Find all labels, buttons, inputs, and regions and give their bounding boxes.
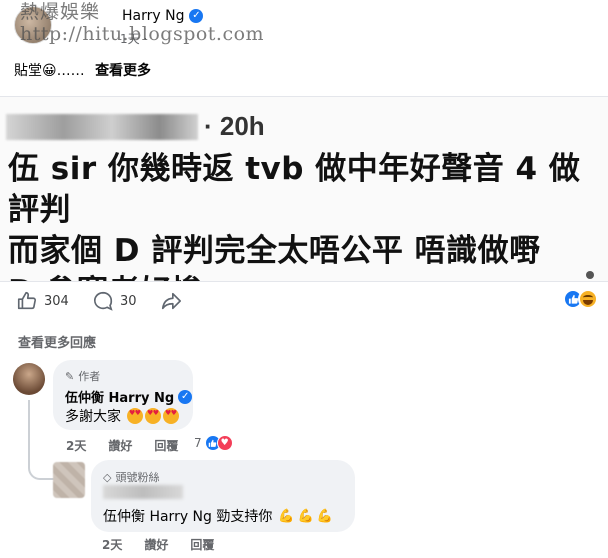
comment-like-button[interactable]: 讚好 [108,437,132,454]
post-meta: 1天 · [60,30,147,47]
reaction-summary[interactable] [563,289,598,309]
embedded-line: 伍 sir 你幾時返 tvb 做中年好聲音 4 做評判 [8,151,581,228]
flexed-biceps-emoji: 💪 [278,508,295,524]
verified-badge-icon: ✓ [189,9,204,23]
heart-eyes-emoji [163,408,179,424]
globe-icon: · [143,32,148,46]
comment-reply-button[interactable]: 回覆 [154,437,178,454]
like-button[interactable]: 304 [16,290,69,312]
like-count: 304 [44,293,69,309]
blurred-username [6,113,198,140]
author-name-row[interactable]: Harry Ng ✓ [60,8,204,24]
commenter-name-row: 伍仲衡 Harry Ng ✓ [65,387,193,406]
post-header: Harry Ng ✓ 1天 · 熱爆娛樂 http://hitu.blogspo… [0,0,608,96]
author-name[interactable]: Harry Ng [122,8,184,24]
comment-bubble: ✎ 作者 伍仲衡 Harry Ng ✓ 多謝大家 [53,360,193,430]
comment-time[interactable]: 2天 [102,536,122,553]
blurred-commenter-name[interactable] [103,485,183,499]
share-arrow-icon [161,292,181,310]
commenter-avatar[interactable] [53,462,85,498]
flexed-biceps-emoji: 💪 [316,508,333,524]
caption-text: 貼堂😀…… [14,63,85,79]
thread-connector [28,400,54,480]
comment-reaction-count: 7 [194,436,202,450]
commenter-name[interactable]: 伍仲衡 Harry Ng [65,387,174,406]
comment-text-row: 伍仲衡 Harry Ng 勁支持你 💪 💪 💪 [103,506,333,526]
post-time[interactable]: 1天 [120,32,140,46]
commenter-avatar[interactable] [13,363,45,395]
diamond-icon: ◇ [103,470,112,484]
embedded-dot [586,271,594,279]
post-actions-bar: 304 30 [0,284,608,318]
comment-button[interactable]: 30 [92,290,137,312]
flexed-biceps-emoji: 💪 [297,508,314,524]
thumbs-up-icon [17,291,37,310]
haha-icon [578,289,598,309]
comment-count: 30 [120,293,137,309]
comment-bubble-icon [94,291,113,311]
post-caption: 貼堂😀…… 查看更多 [14,60,151,80]
top-fan-badge: ◇ 頭號粉絲 [103,469,159,485]
post-image[interactable]: · 20h 伍 sir 你幾時返 tvb 做中年好聲音 4 做評判 而家個 D … [0,96,608,282]
heart-eyes-emoji [145,408,161,424]
comment-bubble: ◇ 頭號粉絲 伍仲衡 Harry Ng 勁支持你 💪 💪 💪 [91,460,355,532]
see-more-link[interactable]: 查看更多 [95,63,151,79]
comment-text: 多謝大家 [65,409,121,425]
share-button[interactable] [160,290,182,312]
verified-badge-icon: ✓ [178,389,193,404]
author-avatar[interactable] [14,6,52,44]
comment-meta: 2天 讚好 回覆 [102,536,214,553]
view-more-comments-link[interactable]: 查看更多回應 [18,332,96,351]
embedded-header: · 20h [6,111,265,142]
embedded-time: · 20h [204,111,265,141]
author-badge-label: 作者 [78,370,101,383]
love-icon: ♥ [216,435,233,451]
comment-text: 伍仲衡 Harry Ng 勁支持你 [103,509,273,525]
comment-text-row: 多謝大家 [65,406,179,426]
comment-like-button[interactable]: 讚好 [144,536,168,553]
comment-meta: 2天 讚好 回覆 [66,437,178,454]
embedded-text: 伍 sir 你幾時返 tvb 做中年好聲音 4 做評判 而家個 D 評判完全太唔… [8,149,598,281]
author-badge: ✎ 作者 [65,368,100,384]
heart-eyes-emoji [127,408,143,424]
comment-time[interactable]: 2天 [66,437,86,454]
comment-reactions[interactable]: 7 ♥ [194,435,233,451]
top-fan-badge-label: 頭號粉絲 [115,471,160,484]
pencil-icon: ✎ [65,369,75,383]
embedded-line: D 參賽者好慘 [8,272,598,281]
comment-reply-button[interactable]: 回覆 [190,536,214,553]
embedded-line: 而家個 D 評判完全太唔公平 唔識做嘢 [8,233,541,269]
